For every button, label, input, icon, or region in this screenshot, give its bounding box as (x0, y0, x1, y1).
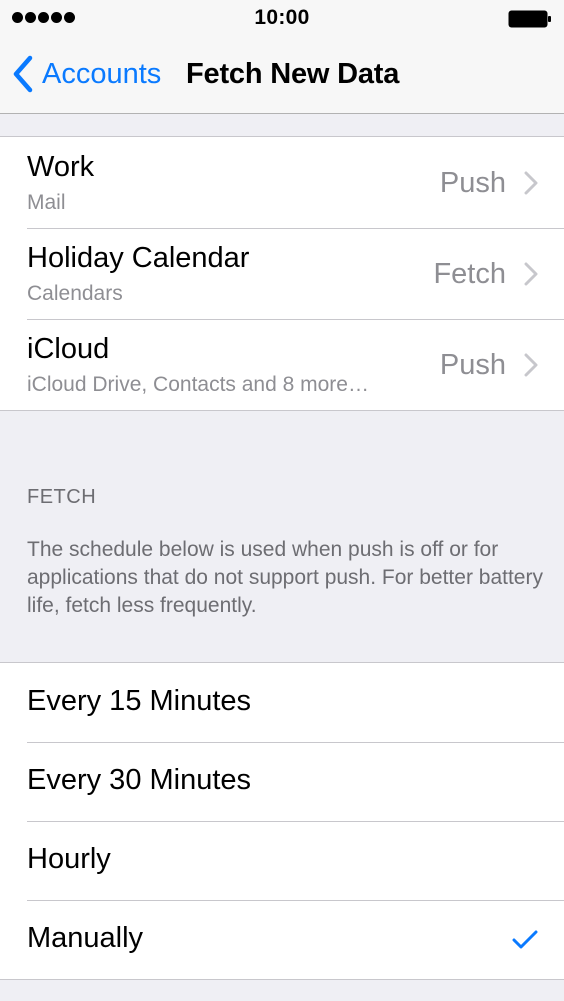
chevron-right-icon (524, 171, 538, 195)
account-fetch-mode: Push (439, 349, 506, 381)
option-hourly[interactable]: Hourly (0, 821, 564, 900)
account-name: Holiday Calendar (27, 242, 250, 274)
option-every-15-minutes[interactable]: Every 15 Minutes (0, 663, 564, 742)
option-label: Hourly (27, 843, 111, 875)
account-row-holiday-calendar[interactable]: Holiday Calendar Calendars Fetch (0, 228, 564, 319)
checkmark-icon (512, 930, 538, 949)
option-label: Every 15 Minutes (27, 685, 252, 717)
section-footer-description: The schedule below is used when push is … (27, 538, 543, 617)
account-fetch-mode: Fetch (433, 258, 506, 290)
account-subtitle: iCloud Drive, Contacts and 8 more… (27, 373, 369, 396)
settings-screen: 10:00 Accounts Fetch New Data Work Mail … (0, 0, 564, 1001)
section-header-fetch: FETCH (27, 486, 97, 508)
account-subtitle: Calendars (27, 282, 123, 305)
chevron-right-icon (524, 353, 538, 377)
option-every-30-minutes[interactable]: Every 30 Minutes (0, 742, 564, 821)
option-manually[interactable]: Manually (0, 900, 564, 979)
navigation-bar: Accounts Fetch New Data (0, 36, 564, 114)
back-button[interactable]: Accounts (12, 54, 161, 94)
account-fetch-mode: Push (439, 167, 506, 199)
status-bar: 10:00 (0, 0, 564, 36)
status-time: 10:00 (254, 6, 310, 29)
option-label: Every 30 Minutes (27, 764, 252, 796)
back-label: Accounts (42, 57, 162, 90)
schedule-options-list: Every 15 Minutes Every 30 Minutes Hourly… (0, 662, 564, 980)
account-subtitle: Mail (27, 191, 66, 214)
battery-icon (508, 10, 551, 28)
accounts-list: Work Mail Push Holiday Calendar Calendar… (0, 136, 564, 411)
option-label: Manually (27, 922, 144, 954)
page-title: Fetch New Data (186, 58, 400, 90)
chevron-right-icon (524, 262, 538, 286)
account-row-work[interactable]: Work Mail Push (0, 137, 564, 228)
account-row-icloud[interactable]: iCloud iCloud Drive, Contacts and 8 more… (0, 319, 564, 410)
account-name: Work (27, 151, 95, 183)
chevron-left-icon (13, 55, 33, 93)
account-name: iCloud (27, 333, 110, 365)
